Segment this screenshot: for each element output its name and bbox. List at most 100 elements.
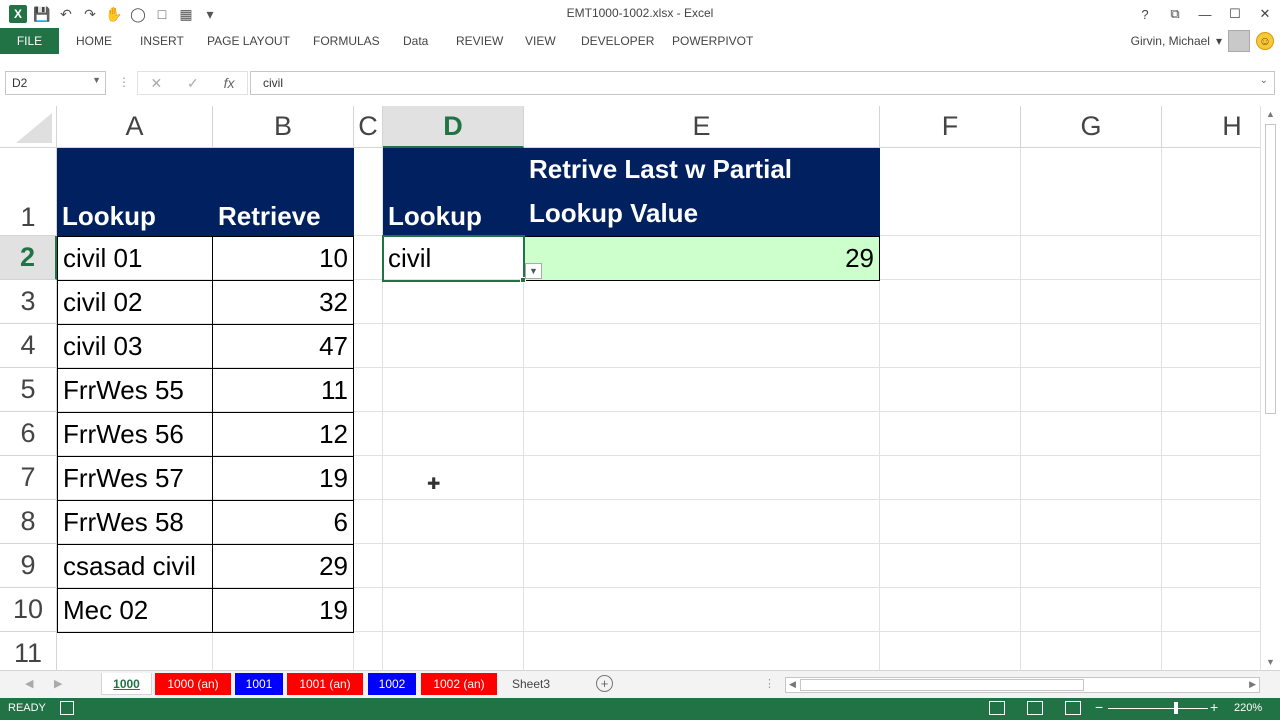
table-cell-lookup[interactable]: FrrWes 57 (57, 456, 213, 501)
table-cell-lookup[interactable]: csasad civil (57, 544, 213, 589)
table-cell-lookup[interactable]: FrrWes 55 (57, 368, 213, 413)
sheet-prev-icon[interactable]: ◀ (25, 677, 33, 690)
table-cell-retrieve[interactable]: 6 (212, 500, 354, 545)
cell-d1[interactable]: Lookup (383, 148, 524, 236)
cancel-icon[interactable]: ✕ (150, 75, 162, 92)
sheet-next-icon[interactable]: ▶ (54, 677, 62, 690)
row-header-2[interactable]: 2 (0, 236, 57, 280)
sheet-tab-1001-an[interactable]: 1001 (an) (287, 673, 363, 695)
row-header-1[interactable]: 1 (0, 148, 57, 236)
column-header-e[interactable]: E (524, 106, 880, 148)
column-header-b[interactable]: B (213, 106, 354, 148)
cell-e1[interactable]: Retrive Last w Partial Lookup Value (524, 148, 880, 236)
macro-record-icon[interactable] (60, 701, 74, 715)
horizontal-scroll-thumb[interactable] (800, 679, 1084, 691)
vertical-scroll-thumb[interactable] (1265, 124, 1276, 414)
maximize-icon[interactable]: ☐ (1220, 0, 1250, 28)
row-header-9[interactable]: 9 (0, 544, 57, 588)
scroll-left-icon[interactable]: ◀ (789, 679, 796, 690)
formula-input[interactable]: civil ⌄ (250, 71, 1275, 95)
zoom-level[interactable]: 220% (1234, 702, 1262, 714)
column-header-f[interactable]: F (880, 106, 1021, 148)
table-cell-retrieve[interactable]: 12 (212, 412, 354, 457)
cell-e2[interactable]: 29 (523, 236, 880, 281)
sheet-tab-1002[interactable]: 1002 (368, 673, 416, 695)
horizontal-scrollbar[interactable]: ◀ ▶ (785, 677, 1260, 693)
row-header-3[interactable]: 3 (0, 280, 57, 324)
tab-page-layout[interactable]: PAGE LAYOUT (201, 28, 296, 54)
column-header-h[interactable]: H (1162, 106, 1260, 148)
row-header-10[interactable]: 10 (0, 588, 57, 632)
tab-file[interactable]: FILE (0, 28, 59, 54)
column-header-c[interactable]: C (354, 106, 383, 148)
tab-developer[interactable]: DEVELOPER (575, 28, 660, 54)
scroll-up-icon[interactable]: ▲ (1266, 109, 1275, 119)
tab-insert[interactable]: INSERT (134, 28, 190, 54)
row-header-11[interactable]: 11 (0, 632, 57, 670)
formula-bar-splitter-icon[interactable]: ⋮ (118, 75, 130, 89)
row-header-6[interactable]: 6 (0, 412, 57, 456)
table-cell-retrieve[interactable]: 10 (212, 236, 354, 281)
sheet-tab-1001[interactable]: 1001 (235, 673, 283, 695)
tab-review[interactable]: REVIEW (450, 28, 509, 54)
tab-splitter-icon[interactable]: ⋮ (764, 677, 775, 690)
scroll-right-icon[interactable]: ▶ (1249, 679, 1256, 690)
tab-home[interactable]: HOME (70, 28, 118, 54)
table-cell-retrieve[interactable]: 11 (212, 368, 354, 413)
add-sheet-icon[interactable]: + (596, 675, 613, 692)
sheet-tab-1002-an[interactable]: 1002 (an) (421, 673, 497, 695)
close-icon[interactable]: ✕ (1250, 0, 1280, 28)
row-header-4[interactable]: 4 (0, 324, 57, 368)
feedback-smiley-icon[interactable]: ☺ (1256, 32, 1274, 50)
zoom-out-icon[interactable]: − (1095, 699, 1103, 715)
insert-function-icon[interactable]: fx (224, 75, 235, 91)
table-cell-retrieve[interactable]: 47 (212, 324, 354, 369)
tab-data[interactable]: Data (397, 28, 434, 54)
table-cell-lookup[interactable]: Mec 02 (57, 588, 213, 633)
cell-e1-line1: Retrive Last w Partial (529, 154, 792, 184)
zoom-slider[interactable] (1108, 708, 1208, 709)
page-break-view-icon[interactable] (1065, 701, 1081, 715)
page-layout-view-icon[interactable] (1027, 701, 1043, 715)
table-cell-lookup[interactable]: civil 03 (57, 324, 213, 369)
worksheet-grid[interactable]: A B C D E F G H 1 2 3 4 5 6 7 8 9 10 11 … (0, 106, 1260, 670)
select-all-button[interactable] (0, 106, 57, 148)
column-header-a[interactable]: A (57, 106, 213, 148)
row-header-8[interactable]: 8 (0, 500, 57, 544)
cell-b1[interactable]: Retrieve (213, 148, 354, 236)
cell-a1[interactable]: Lookup (57, 148, 213, 236)
table-cell-retrieve[interactable]: 19 (212, 456, 354, 501)
sheet-tab-1000-an[interactable]: 1000 (an) (155, 673, 231, 695)
table-cell-lookup[interactable]: FrrWes 58 (57, 500, 213, 545)
enter-icon[interactable]: ✓ (187, 75, 199, 92)
tab-formulas[interactable]: FORMULAS (307, 28, 386, 54)
column-header-g[interactable]: G (1021, 106, 1162, 148)
row-header-7[interactable]: 7 (0, 456, 57, 500)
table-cell-lookup[interactable]: civil 01 (57, 236, 213, 281)
zoom-in-icon[interactable]: + (1210, 699, 1218, 715)
normal-view-icon[interactable] (989, 701, 1005, 715)
minimize-icon[interactable]: — (1190, 0, 1220, 28)
column-header-d[interactable]: D (383, 106, 524, 148)
tab-powerpivot[interactable]: POWERPIVOT (666, 28, 759, 54)
ribbon-display-icon[interactable]: ⧉ (1160, 0, 1190, 28)
tab-view[interactable]: VIEW (519, 28, 562, 54)
table-cell-lookup[interactable]: civil 02 (57, 280, 213, 325)
help-icon[interactable]: ? (1130, 0, 1160, 28)
table-cell-retrieve[interactable]: 32 (212, 280, 354, 325)
sheet-tab-sheet3[interactable]: Sheet3 (500, 673, 562, 695)
zoom-slider-thumb[interactable] (1174, 702, 1178, 714)
row-header-5[interactable]: 5 (0, 368, 57, 412)
table-cell-lookup[interactable]: FrrWes 56 (57, 412, 213, 457)
name-box[interactable]: D2 ▼ (5, 71, 106, 95)
autofill-options-icon[interactable]: ▼ (525, 263, 542, 279)
user-account[interactable]: Girvin, Michael ▾ ☺ (1131, 28, 1280, 54)
vertical-scrollbar[interactable]: ▲ ▼ (1260, 106, 1280, 670)
chevron-down-icon[interactable]: ▼ (92, 75, 101, 85)
scroll-down-icon[interactable]: ▼ (1266, 657, 1275, 667)
sheet-tab-bar: ◀ ▶ 1000 1000 (an) 1001 1001 (an) 1002 1… (0, 670, 1280, 698)
table-cell-retrieve[interactable]: 19 (212, 588, 354, 633)
expand-formula-bar-icon[interactable]: ⌄ (1260, 75, 1268, 86)
table-cell-retrieve[interactable]: 29 (212, 544, 354, 589)
sheet-tab-1000[interactable]: 1000 (101, 673, 152, 695)
